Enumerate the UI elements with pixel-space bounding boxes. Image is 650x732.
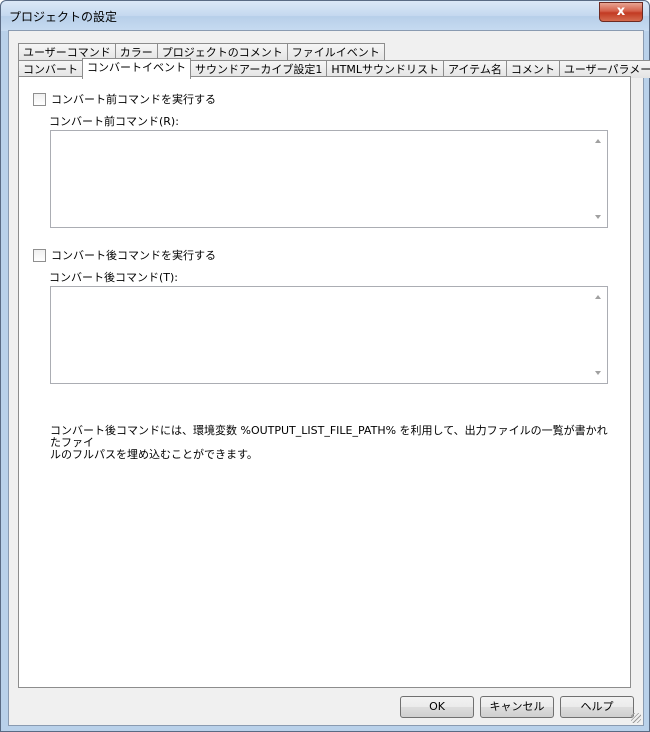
close-button[interactable]: x bbox=[599, 2, 643, 22]
post-command-checkbox-row[interactable]: コンバート後コマンドを実行する bbox=[33, 247, 216, 263]
scroll-down-icon[interactable] bbox=[595, 371, 601, 375]
ok-button[interactable]: OK bbox=[400, 696, 474, 718]
scroll-down-icon[interactable] bbox=[595, 215, 601, 219]
title-bar[interactable]: プロジェクトの設定 x bbox=[1, 1, 649, 31]
post-command-label: コンバート後コマンド(T): bbox=[49, 271, 179, 284]
scroll-up-icon[interactable] bbox=[595, 295, 601, 299]
pre-command-scrollbar[interactable] bbox=[590, 131, 607, 227]
post-command-checkbox-label: コンバート後コマンドを実行する bbox=[51, 249, 216, 262]
pre-command-checkbox[interactable] bbox=[33, 92, 46, 106]
pre-command-checkbox-row[interactable]: コンバート前コマンドを実行する bbox=[33, 91, 216, 107]
cancel-button[interactable]: キャンセル bbox=[480, 696, 554, 718]
pre-command-textarea[interactable] bbox=[50, 130, 608, 228]
tab-file-events[interactable]: ファイルイベント bbox=[286, 43, 385, 61]
help-button[interactable]: ヘルプ bbox=[560, 696, 634, 718]
resize-grip-icon[interactable] bbox=[631, 713, 641, 723]
post-command-checkbox[interactable] bbox=[33, 248, 46, 262]
tab-panel-convert-events: コンバート前コマンドを実行する コンバート前コマンド(R): コンバート後コマン… bbox=[18, 76, 631, 688]
scroll-up-icon[interactable] bbox=[595, 139, 601, 143]
help-note-line-2: ルのフルパスを埋め込むことができます。 bbox=[50, 448, 258, 461]
window-title: プロジェクトの設定 bbox=[9, 10, 118, 24]
tab-row-back: ユーザーコマンド カラー プロジェクトのコメント ファイルイベント bbox=[18, 43, 385, 61]
post-command-scrollbar[interactable] bbox=[590, 287, 607, 383]
pre-command-checkbox-label: コンバート前コマンドを実行する bbox=[51, 93, 216, 106]
help-note: コンバート後コマンドには、環境変数 %OUTPUT_LIST_FILE_PATH… bbox=[50, 425, 610, 461]
pre-command-label: コンバート前コマンド(R): bbox=[49, 115, 179, 128]
post-command-textarea[interactable] bbox=[50, 286, 608, 384]
close-icon: x bbox=[616, 4, 626, 19]
tab-convert-events[interactable]: コンバートイベント bbox=[82, 58, 191, 79]
help-note-line-1: コンバート後コマンドには、環境変数 %OUTPUT_LIST_FILE_PATH… bbox=[50, 424, 608, 449]
dialog-client-area: ユーザーコマンド カラー プロジェクトのコメント ファイルイベント コンバート … bbox=[8, 30, 650, 726]
settings-dialog: プロジェクトの設定 x ユーザーコマンド カラー プロジェクトのコメント ファイ… bbox=[0, 0, 650, 732]
